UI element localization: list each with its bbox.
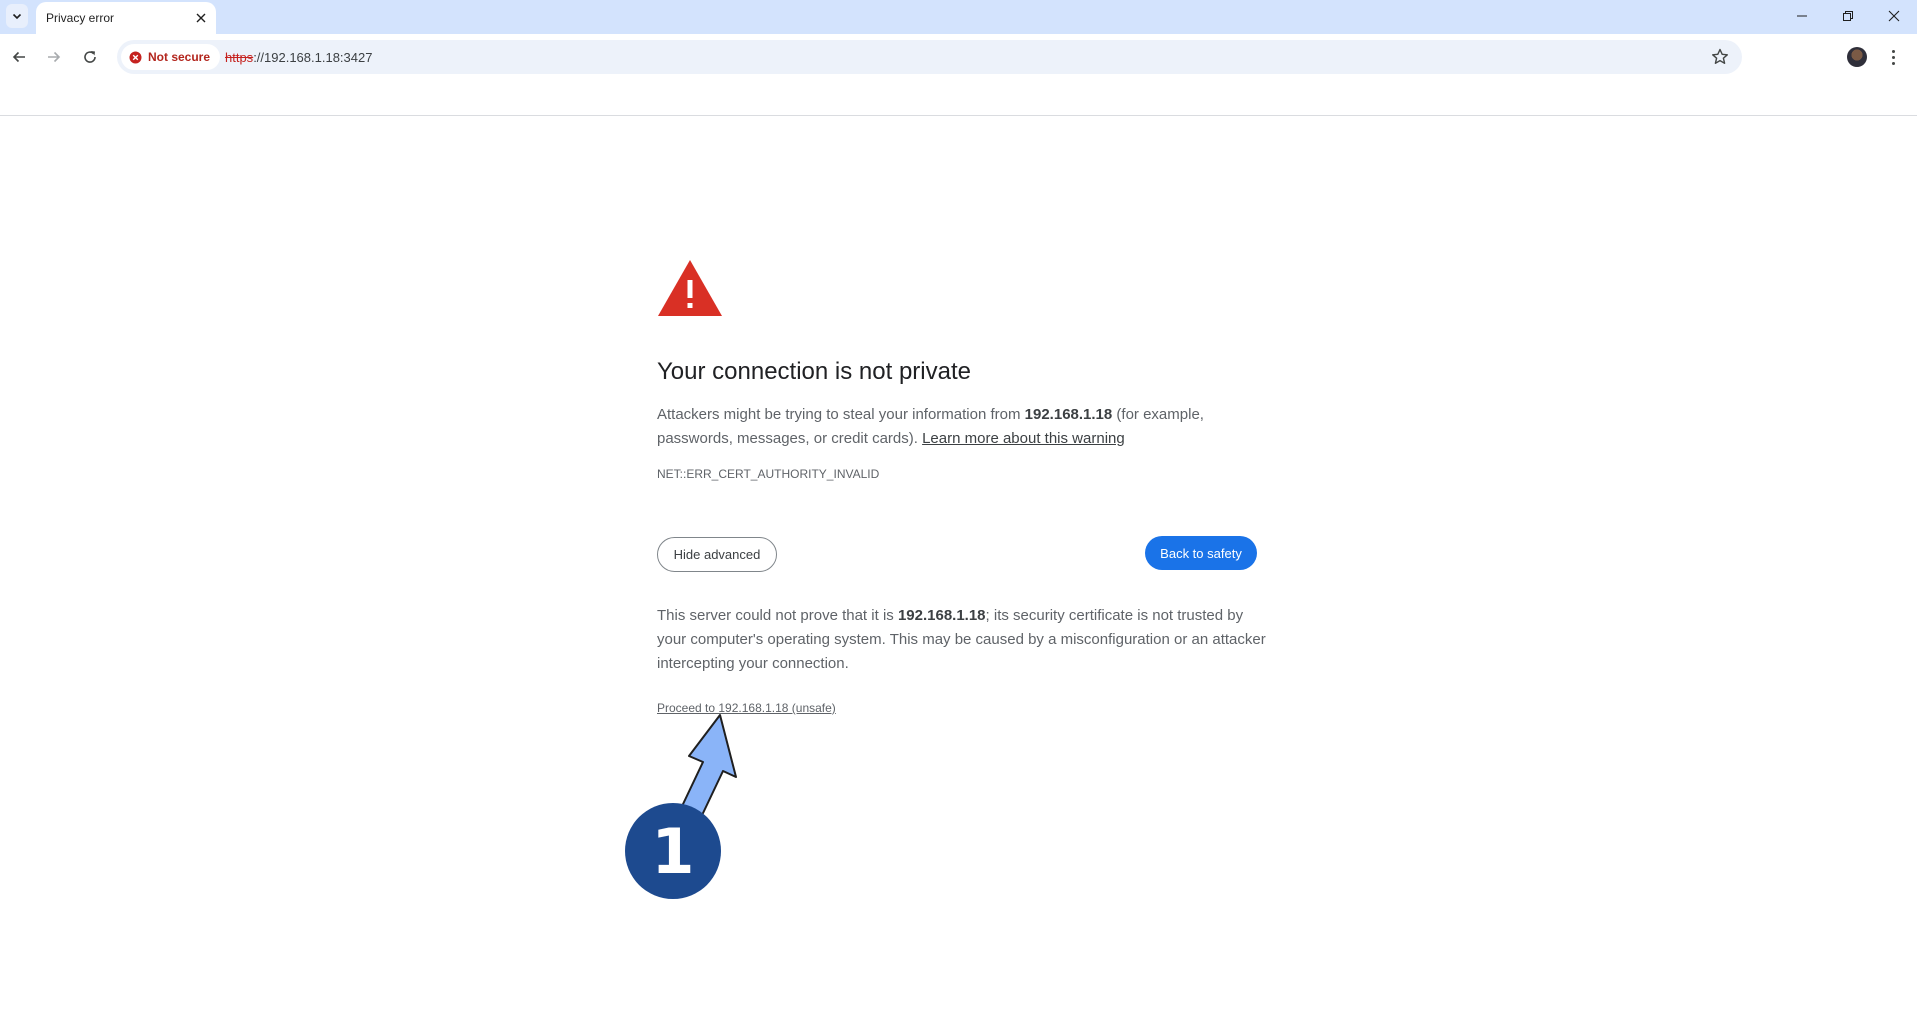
close-window-button[interactable] (1871, 0, 1917, 32)
close-icon (1888, 10, 1900, 22)
address-bar[interactable]: Not secure https://192.168.1.18:3427 (117, 40, 1742, 74)
error-code: NET::ERR_CERT_AUTHORITY_INVALID (657, 467, 880, 481)
security-chip[interactable]: Not secure (121, 44, 221, 70)
details-paragraph: This server could not prove that it is 1… (657, 604, 1267, 676)
security-chip-label: Not secure (148, 50, 211, 64)
arrow-right-icon (48, 51, 61, 63)
intro-paragraph: Attackers might be trying to steal your … (657, 403, 1267, 451)
page-title: Your connection is not private (657, 358, 971, 385)
step-number-badge: 1 (625, 803, 721, 899)
tab-strip: Privacy error (0, 0, 1917, 34)
profile-avatar[interactable] (1847, 47, 1867, 67)
forward-button[interactable] (40, 43, 68, 71)
dot (1891, 49, 1895, 53)
url-text[interactable]: https://192.168.1.18:3427 (225, 50, 372, 65)
dot (1891, 61, 1895, 65)
url-host: ://192.168.1.18:3427 (253, 50, 373, 65)
details-text: This server could not prove that it is (657, 607, 898, 624)
restore-icon (1843, 11, 1853, 21)
back-button[interactable] (5, 43, 33, 71)
tab-search-button[interactable] (6, 4, 28, 28)
intro-text: Attackers might be trying to steal your … (657, 406, 1025, 423)
tab-close-button[interactable] (191, 8, 211, 28)
learn-more-link[interactable]: Learn more about this warning (922, 430, 1125, 447)
minimize-button[interactable] (1779, 0, 1825, 32)
arrow-left-icon (12, 51, 25, 63)
step-number: 1 (651, 814, 695, 888)
warning-triangle-icon (658, 260, 722, 316)
dot (1891, 55, 1895, 59)
menu-button[interactable] (1885, 45, 1901, 69)
back-to-safety-button[interactable]: Back to safety (1145, 536, 1257, 570)
tab-privacy-error[interactable]: Privacy error (36, 2, 216, 34)
chevron-down-icon (12, 13, 22, 20)
url-scheme: https (225, 50, 254, 65)
host-name: 192.168.1.18 (897, 607, 986, 624)
reload-icon (84, 51, 96, 63)
close-icon (196, 13, 206, 23)
browser-toolbar: Not secure https://192.168.1.18:3427 (0, 34, 1917, 116)
restore-button[interactable] (1825, 0, 1871, 32)
tab-title: Privacy error (46, 11, 115, 25)
minimize-icon (1797, 15, 1807, 17)
reload-button[interactable] (76, 43, 104, 71)
hide-advanced-button[interactable]: Hide advanced (657, 537, 777, 572)
bookmark-star-icon[interactable] (1710, 47, 1730, 67)
host-name: 192.168.1.18 (1024, 406, 1113, 423)
not-secure-icon (129, 51, 142, 63)
